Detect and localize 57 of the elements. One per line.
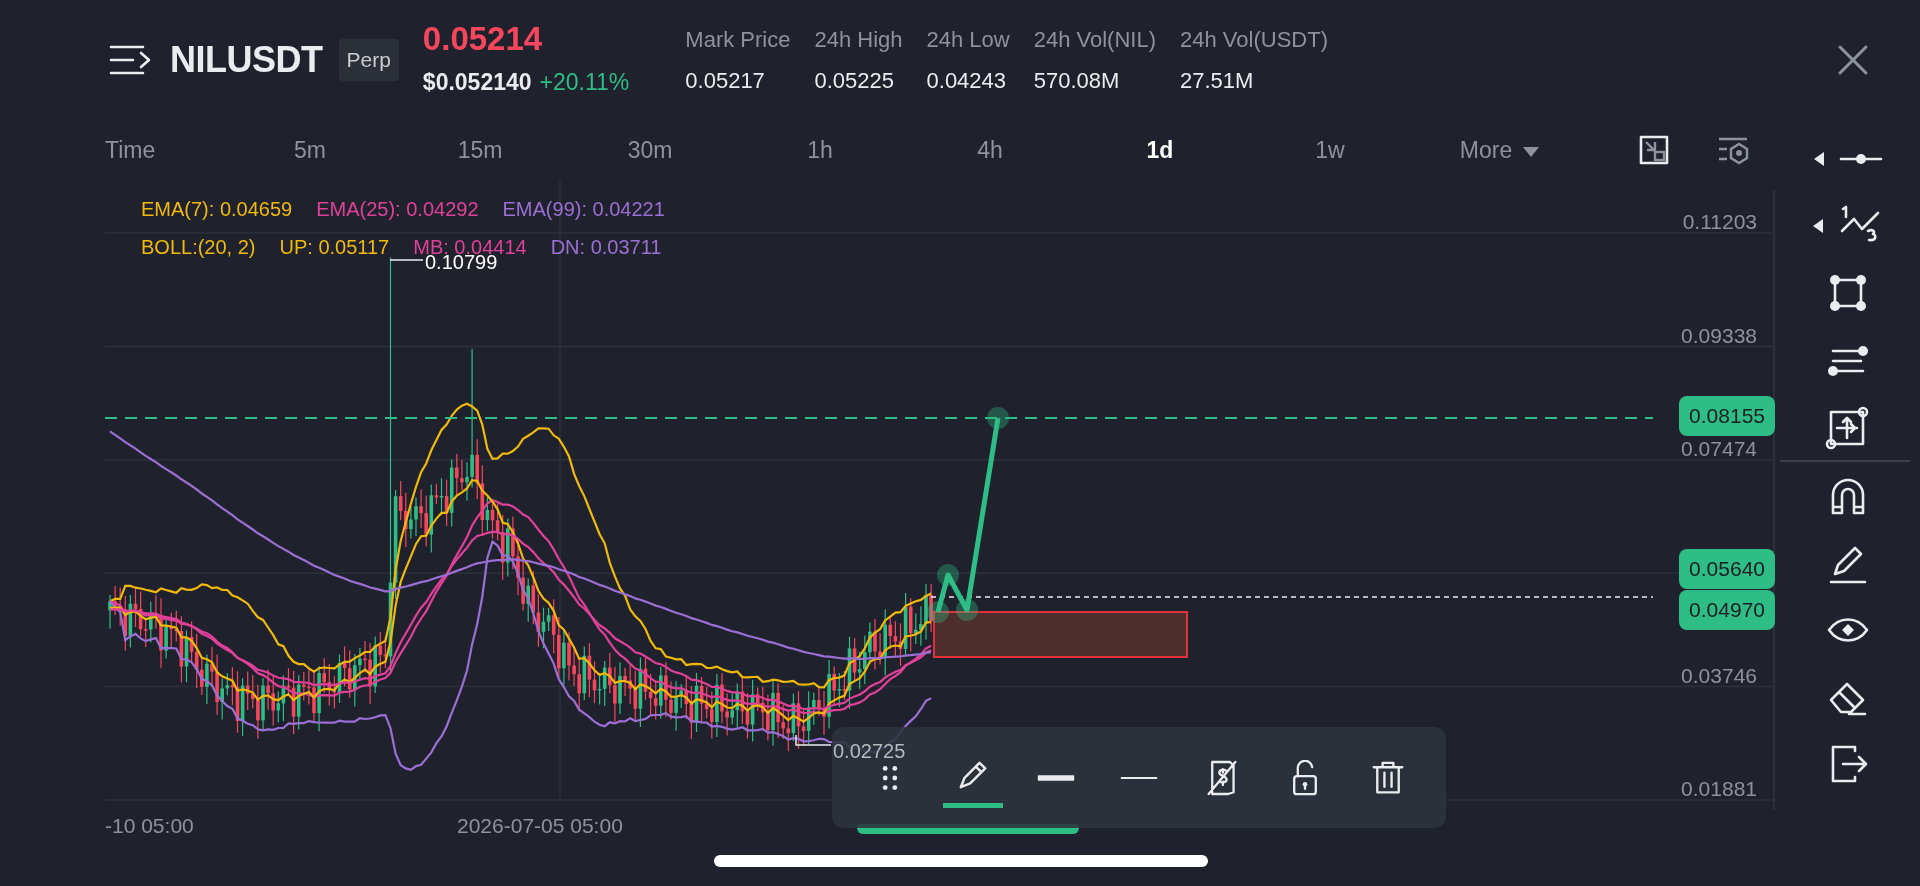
stat-value: 0.05225 [814,67,895,95]
price-change: +20.11% [539,67,630,97]
pencil-icon [957,759,988,791]
interval-tab[interactable]: 1h [735,132,905,168]
interval-tab[interactable]: Time [105,132,225,168]
expand-arrow-icon [1812,151,1825,166]
stat-value: 570.08M [1033,67,1121,95]
indicator-value: EMA(25): 0.04292 [316,197,479,222]
line-width-icon [1119,774,1159,781]
price-tag: 0.04970 [1679,590,1775,630]
stat-label: 24h High [814,26,903,54]
close-icon[interactable] [1836,43,1870,77]
symbol-title: NILUSDT [170,38,323,82]
interval-tab[interactable]: 1w [1245,132,1415,168]
stat-label: 24h Low [926,26,1010,54]
interval-tab[interactable]: 4h [905,132,1075,168]
trash-icon [1371,759,1406,796]
price-axis-label: 0.07474 [1681,436,1757,462]
layout-settings-icon[interactable] [1717,135,1751,165]
leader-line [389,259,424,261]
leader-line [795,734,832,746]
last-price: 0.05214 [422,20,544,57]
price-axis-label: 0.09338 [1681,323,1757,349]
interval-tab[interactable]: 15m [395,132,565,168]
price-axis-label: 0.11203 [1682,209,1757,235]
low-price-label: 0.02725 [833,739,906,764]
interval-tab[interactable]: 1d [1075,132,1245,168]
unlock-icon [1291,759,1320,796]
price-tag: 0.05640 [1679,549,1775,589]
stat-label: 24h Vol(USDT) [1180,26,1328,54]
interval-tab[interactable]: 30m [565,132,735,168]
hide-price-icon [1206,758,1239,797]
horizontal-line-icon [1838,151,1883,166]
time-axis-label: -10 05:00 [105,813,194,839]
interval-tab[interactable]: 5m [225,132,395,168]
indicator-value: EMA(7): 0.04659 [141,197,293,222]
stat-label: Mark Price [685,26,791,54]
stat-value: 0.04243 [926,67,1008,95]
time-axis-label: 2026-07-05 05:00 [457,813,623,839]
line-width-icon [1035,773,1076,782]
price-tag: 0.08155 [1679,396,1775,436]
price-axis-label: 0.01881 [1681,776,1757,802]
caret-icon [1522,145,1541,158]
price-axis-label: 0.03746 [1681,663,1757,689]
indicator-value: DN: 0.03711 [550,235,662,260]
stat-value: 27.51M [1180,67,1255,95]
indicator-value: UP: 0.05117 [279,235,390,260]
indicator-value: EMA(99): 0.04221 [502,197,665,222]
indicator-value: BOLL:(20, 2) [141,235,256,260]
stat-label: 24h Vol(NIL) [1033,26,1156,54]
window-icon[interactable] [1639,135,1669,165]
expand-arrow-icon [1811,218,1824,233]
contract-type-tag: Perp [338,39,399,81]
usd-price: $0.052140 [422,67,532,97]
interval-tab[interactable]: More [1415,132,1585,168]
trend-line-drawing[interactable] [927,407,1009,623]
stat-value: 0.05217 [685,67,766,95]
